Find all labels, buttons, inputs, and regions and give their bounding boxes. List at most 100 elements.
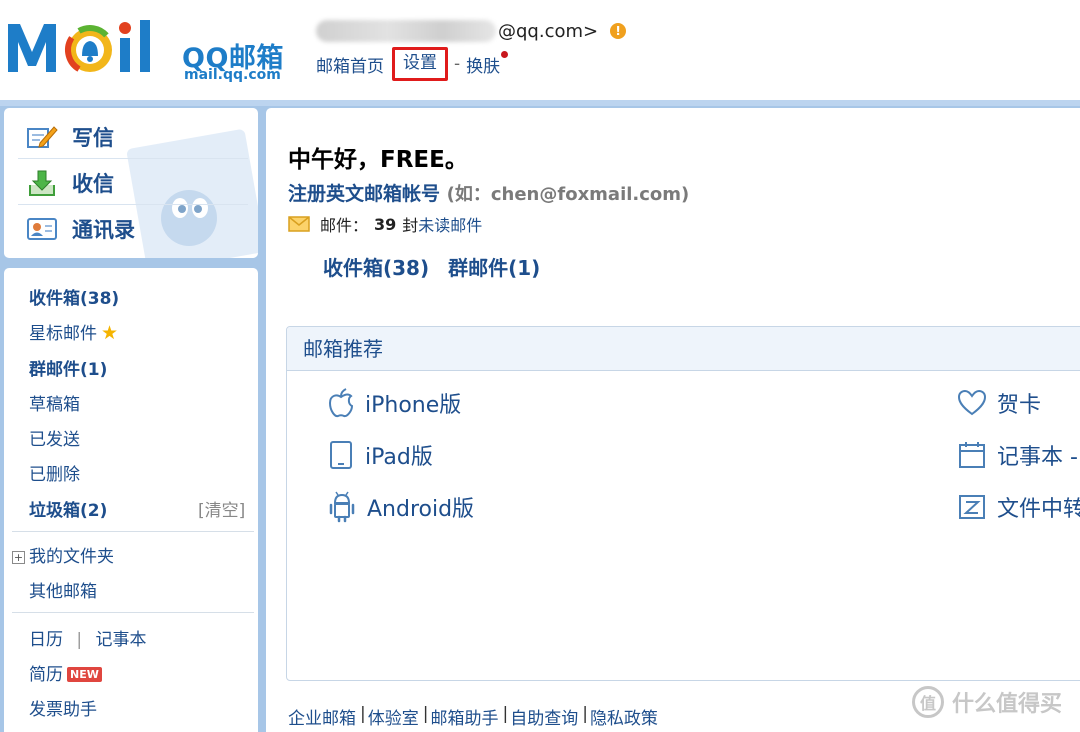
notepad-link[interactable]: 记事本 — [96, 630, 147, 650]
greeting-text: 中午好，FREE。 — [288, 147, 468, 173]
self-query-link[interactable]: 自助查询 — [510, 704, 578, 729]
ipad-label: iPad版 — [365, 445, 433, 470]
watermark-logo-icon: 值 — [912, 686, 944, 718]
main-panel: 中午好，FREE。 注册英文邮箱帐号 (如：chen@foxmail.com) … — [266, 108, 1080, 732]
smzdm-watermark: 值 什么值得买 — [912, 686, 1062, 718]
user-account[interactable]: @qq.com> ! — [316, 20, 627, 42]
footer-separator: | — [360, 704, 366, 724]
tablet-icon — [330, 441, 352, 469]
invoice-helper-link[interactable]: 发票助手 — [29, 695, 97, 720]
contacts-label: 通讯录 — [72, 218, 135, 242]
penguin-icon — [161, 190, 217, 246]
my-folders-toggle[interactable]: + 我的文件夹 — [12, 542, 114, 567]
envelope-icon — [288, 216, 310, 232]
mail-logo-graphic — [8, 20, 150, 75]
box-links: 收件箱(38) 群邮件(1) — [323, 252, 552, 281]
folder-divider — [12, 531, 254, 532]
qq-mail-logo[interactable]: QQ邮箱 mail.qq.com — [6, 14, 306, 83]
footer-separator: | — [582, 704, 588, 724]
clear-spam-button[interactable]: [清空] — [198, 496, 245, 521]
recommend-box: 邮箱推荐 iPhone版 iPad版 Android版 贺卡 记事本 - 文件中… — [286, 326, 1080, 681]
resume-label: 简历 — [29, 665, 63, 685]
footer-links: 企业邮箱 | 体验室 | 邮箱助手 | 自助查询 | 隐私政策 — [288, 704, 658, 729]
new-badge: NEW — [67, 667, 102, 682]
contacts-button[interactable]: 通讯录 — [26, 214, 135, 244]
unread-mail-link[interactable]: 未读邮件 — [418, 212, 482, 236]
mail-unit: 封 — [402, 216, 419, 235]
android-app-link[interactable]: Android版 — [327, 491, 474, 523]
heart-icon — [957, 389, 987, 416]
compose-panel: 写信 收信 通讯录 — [4, 108, 258, 258]
folder-group[interactable]: 群邮件(1) — [29, 355, 107, 380]
settings-link[interactable]: 设置 — [392, 47, 448, 81]
notepad-rec-link[interactable]: 记事本 - — [957, 439, 1078, 471]
folder-starred[interactable]: 星标邮件 ★ — [29, 319, 118, 344]
toolbar-divider — [18, 204, 248, 205]
receive-label: 收信 — [72, 172, 114, 196]
register-english-account[interactable]: 注册英文邮箱帐号 (如：chen@foxmail.com) — [288, 179, 689, 206]
register-hint: (如：chen@foxmail.com) — [446, 184, 690, 205]
greeting-card-link[interactable]: 贺卡 — [957, 387, 1041, 419]
skin-link[interactable]: 换肤 — [466, 52, 500, 77]
file-transfer-icon — [959, 495, 985, 519]
expand-plus-icon: + — [12, 551, 25, 564]
resume-link[interactable]: 简历 NEW — [29, 660, 102, 685]
folder-drafts[interactable]: 草稿箱 — [29, 390, 80, 415]
receive-icon — [29, 170, 55, 196]
mailbox-home-link[interactable]: 邮箱首页 — [316, 52, 384, 77]
warning-icon[interactable]: ! — [610, 23, 627, 39]
folder-sent[interactable]: 已发送 — [29, 425, 80, 450]
nav-separator: - — [454, 54, 461, 74]
register-link[interactable]: 注册英文邮箱帐号 — [288, 183, 440, 205]
privacy-policy-link[interactable]: 隐私政策 — [590, 704, 658, 729]
iphone-label: iPhone版 — [365, 393, 462, 418]
folder-divider — [12, 612, 254, 613]
header: QQ邮箱 mail.qq.com @qq.com> ! 邮箱首页 设置 - 换肤 — [0, 0, 1080, 100]
logo-domain-text: mail.qq.com — [184, 67, 281, 83]
folder-starred-label: 星标邮件 — [29, 324, 97, 344]
my-folders-label: 我的文件夹 — [29, 547, 114, 567]
mail-count-number: 39 — [374, 214, 397, 234]
calendar-divider: | — [76, 630, 83, 650]
toolbar-divider — [18, 158, 248, 159]
mail-count-line: 邮件： 39 封 未读邮件 — [288, 212, 482, 236]
compose-icon — [27, 126, 58, 148]
footer-separator: | — [422, 704, 429, 724]
compose-label: 写信 — [72, 126, 114, 150]
android-label: Android版 — [367, 497, 475, 522]
recommend-title: 邮箱推荐 — [287, 327, 1080, 371]
notification-dot-icon — [501, 50, 509, 58]
folder-deleted[interactable]: 已删除 — [29, 460, 80, 485]
calendar-icon — [959, 442, 985, 468]
greeting-card-label: 贺卡 — [997, 393, 1042, 418]
android-icon — [329, 491, 355, 523]
group-mail-link[interactable]: 群邮件(1) — [448, 256, 540, 280]
account-email-suffix: @qq.com> — [498, 20, 599, 42]
inbox-link[interactable]: 收件箱(38) — [323, 256, 429, 280]
frame-top-band — [0, 100, 1080, 106]
iphone-app-link[interactable]: iPhone版 — [327, 387, 461, 419]
enterprise-mail-link[interactable]: 企业邮箱 — [288, 704, 356, 729]
calendar-link[interactable]: 日历 — [29, 630, 63, 650]
mail-label: 邮件： — [320, 216, 369, 235]
receive-button[interactable]: 收信 — [26, 168, 114, 198]
watermark-text: 什么值得买 — [952, 692, 1063, 717]
top-nav: 邮箱首页 设置 - 换肤 — [316, 47, 509, 81]
apple-icon — [328, 388, 354, 418]
mail-helper-link[interactable]: 邮箱助手 — [430, 704, 498, 729]
calendar-notepad-row: 日历 | 记事本 — [29, 625, 147, 650]
star-icon: ★ — [101, 322, 119, 344]
ipad-app-link[interactable]: iPad版 — [327, 439, 433, 471]
folder-inbox[interactable]: 收件箱(38) — [29, 284, 119, 309]
lab-link[interactable]: 体验室 — [368, 704, 419, 729]
folder-spam[interactable]: 垃圾箱(2) — [29, 496, 107, 521]
contacts-icon — [27, 218, 57, 240]
compose-button[interactable]: 写信 — [26, 122, 114, 152]
blurred-username — [316, 20, 496, 42]
file-transfer-label: 文件中转 — [997, 497, 1080, 522]
file-transfer-link[interactable]: 文件中转 — [957, 491, 1080, 523]
folder-panel: 收件箱(38) 星标邮件 ★ 群邮件(1) 草稿箱 已发送 已删除 垃圾箱(2) … — [4, 268, 258, 732]
folder-other-mail[interactable]: 其他邮箱 — [29, 577, 97, 602]
notepad-rec-label: 记事本 - — [997, 445, 1078, 470]
footer-separator: | — [502, 704, 509, 724]
